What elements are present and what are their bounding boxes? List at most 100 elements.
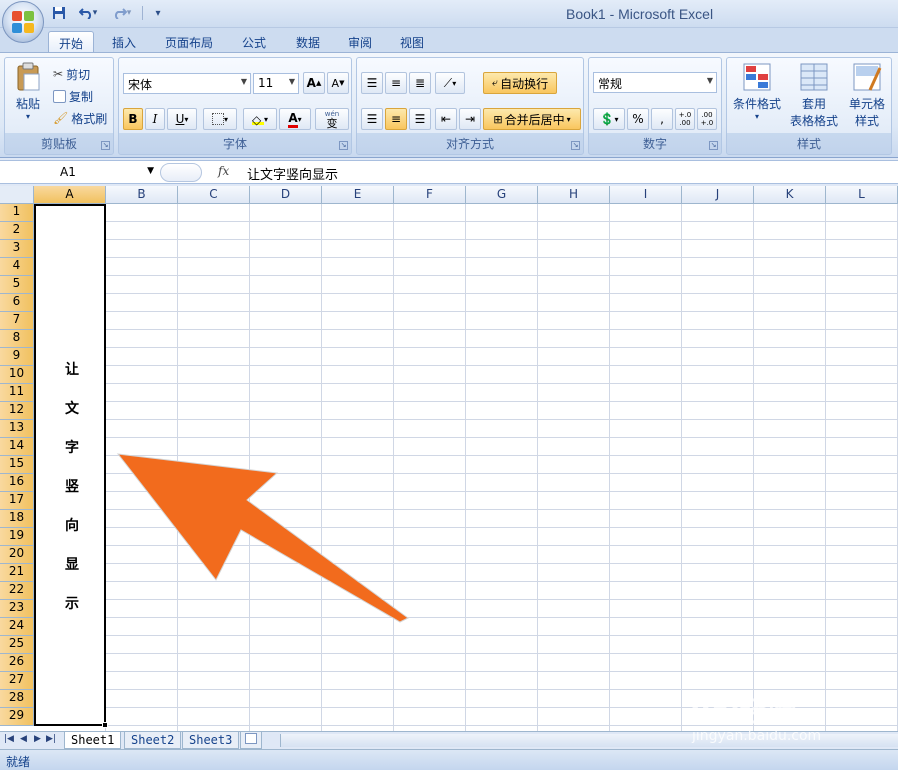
column-header-g[interactable]: G: [466, 186, 538, 204]
row-header-8[interactable]: 8: [0, 330, 34, 348]
row-header-10[interactable]: 10: [0, 366, 34, 384]
comma-button[interactable]: ,: [651, 108, 673, 130]
row-header-14[interactable]: 14: [0, 438, 34, 456]
copy-button[interactable]: 复制: [53, 86, 93, 106]
align-center-icon[interactable]: ≡: [385, 108, 407, 130]
column-header-d[interactable]: D: [250, 186, 322, 204]
row-header-24[interactable]: 24: [0, 618, 34, 636]
tab-review[interactable]: 审阅: [340, 31, 380, 53]
row-header-4[interactable]: 4: [0, 258, 34, 276]
row-header-1[interactable]: 1: [0, 204, 34, 222]
paste-dropdown-icon[interactable]: ▾: [9, 112, 47, 121]
sheet-tab-3[interactable]: Sheet3: [182, 732, 240, 749]
column-header-h[interactable]: H: [538, 186, 610, 204]
align-bottom-icon[interactable]: ≣: [409, 72, 431, 94]
italic-button[interactable]: I: [145, 108, 165, 130]
cut-button[interactable]: ✂ 剪切: [53, 64, 90, 84]
decrease-indent-icon[interactable]: ⇤: [435, 108, 457, 130]
number-format-combo[interactable]: 常规 ▼: [593, 72, 717, 93]
row-header-13[interactable]: 13: [0, 420, 34, 438]
prev-sheet-icon[interactable]: ◀: [20, 734, 27, 744]
tab-view[interactable]: 视图: [392, 31, 432, 53]
tab-insert[interactable]: 插入: [104, 31, 144, 53]
border-button[interactable]: ▾: [203, 108, 237, 130]
increase-indent-icon[interactable]: ⇥: [459, 108, 481, 130]
column-header-j[interactable]: J: [682, 186, 754, 204]
orientation-icon[interactable]: ⟋ ▾: [435, 72, 465, 94]
column-header-e[interactable]: E: [322, 186, 394, 204]
phonetic-button[interactable]: wén 变: [315, 108, 349, 130]
name-box[interactable]: A1 ▼: [0, 163, 158, 183]
row-header-17[interactable]: 17: [0, 492, 34, 510]
accounting-format-button[interactable]: 💲 ▾: [593, 108, 625, 130]
number-format-dropdown-icon[interactable]: ▼: [707, 76, 713, 85]
row-header-9[interactable]: 9: [0, 348, 34, 366]
align-top-icon[interactable]: ☰: [361, 72, 383, 94]
row-header-26[interactable]: 26: [0, 654, 34, 672]
row-header-7[interactable]: 7: [0, 312, 34, 330]
cell-styles-button[interactable]: 单元格 样式: [843, 62, 891, 129]
row-header-25[interactable]: 25: [0, 636, 34, 654]
row-header-21[interactable]: 21: [0, 564, 34, 582]
row-header-20[interactable]: 20: [0, 546, 34, 564]
tab-home[interactable]: 开始: [48, 31, 94, 53]
shrink-font-button[interactable]: A ▼: [327, 72, 349, 94]
cell-gridlines[interactable]: [34, 204, 898, 731]
column-header-f[interactable]: F: [394, 186, 466, 204]
worksheet-grid[interactable]: ABCDEFGHIJKL 1 2 3 4 5 6 7 8 9 10 11 12 13 14 15 16 17 18…: [0, 186, 898, 731]
row-header-18[interactable]: 18: [0, 510, 34, 528]
row-header-27[interactable]: 27: [0, 672, 34, 690]
column-header-k[interactable]: K: [754, 186, 826, 204]
next-sheet-icon[interactable]: ▶: [34, 734, 41, 744]
row-header-16[interactable]: 16: [0, 474, 34, 492]
fill-color-button[interactable]: ◇ ▾: [243, 108, 277, 130]
conditional-format-dropdown-icon[interactable]: ▾: [729, 112, 785, 121]
first-sheet-icon[interactable]: |◀: [4, 734, 14, 744]
increase-decimal-button[interactable]: +.0 .00: [675, 108, 695, 130]
font-name-combo[interactable]: 宋体 ▼: [123, 73, 251, 94]
row-header-23[interactable]: 23: [0, 600, 34, 618]
insert-sheet-icon[interactable]: [240, 732, 262, 749]
align-right-icon[interactable]: ☰: [409, 108, 431, 130]
row-header-6[interactable]: 6: [0, 294, 34, 312]
row-header-2[interactable]: 2: [0, 222, 34, 240]
grow-font-button[interactable]: A ▲: [303, 72, 325, 94]
selected-cell-a1[interactable]: 让文字竖向显示: [34, 204, 108, 728]
alignment-launcher-icon[interactable]: ↘: [571, 141, 580, 150]
row-header-19[interactable]: 19: [0, 528, 34, 546]
format-painter-button[interactable]: 🖌 格式刷: [53, 108, 107, 128]
sheet-tab-1[interactable]: Sheet1: [64, 732, 122, 749]
font-color-button[interactable]: A ▾: [279, 108, 311, 130]
row-header-15[interactable]: 15: [0, 456, 34, 474]
bold-button[interactable]: B: [123, 108, 143, 130]
font-name-dropdown-icon[interactable]: ▼: [241, 77, 247, 86]
column-header-l[interactable]: L: [826, 186, 898, 204]
column-header-i[interactable]: I: [610, 186, 682, 204]
conditional-format-button[interactable]: 条件格式 ▾: [729, 62, 785, 121]
last-sheet-icon[interactable]: ▶|: [46, 734, 56, 744]
format-as-table-button[interactable]: 套用 表格格式: [785, 62, 843, 129]
number-launcher-icon[interactable]: ↘: [709, 141, 718, 150]
office-button[interactable]: [2, 1, 44, 43]
sheet-tab-2[interactable]: Sheet2: [124, 732, 182, 749]
tab-data[interactable]: 数据: [288, 31, 328, 53]
column-header-c[interactable]: C: [178, 186, 250, 204]
tab-formulas[interactable]: 公式: [234, 31, 274, 53]
clipboard-launcher-icon[interactable]: ↘: [101, 141, 110, 150]
paste-button[interactable]: 粘贴 ▾: [9, 62, 47, 121]
column-header-b[interactable]: B: [106, 186, 178, 204]
row-header-29[interactable]: 29: [0, 708, 34, 726]
wrap-text-button[interactable]: ⤶ 自动换行: [483, 72, 557, 94]
redo-dropdown[interactable]: ▾: [127, 8, 132, 18]
row-header-11[interactable]: 11: [0, 384, 34, 402]
row-header-22[interactable]: 22: [0, 582, 34, 600]
customize-qat-button[interactable]: ▾: [149, 5, 167, 21]
font-size-combo[interactable]: 11 ▼: [253, 73, 299, 94]
fill-handle[interactable]: [102, 722, 108, 728]
font-size-dropdown-icon[interactable]: ▼: [289, 77, 295, 86]
align-middle-icon[interactable]: ≡: [385, 72, 407, 94]
insert-function-icon[interactable]: fx: [218, 164, 229, 178]
decrease-decimal-button[interactable]: .00 +.0: [697, 108, 717, 130]
undo-icon[interactable]: ▾: [74, 5, 102, 21]
merge-center-button[interactable]: ⊞ 合并后居中 ▾: [483, 108, 581, 130]
